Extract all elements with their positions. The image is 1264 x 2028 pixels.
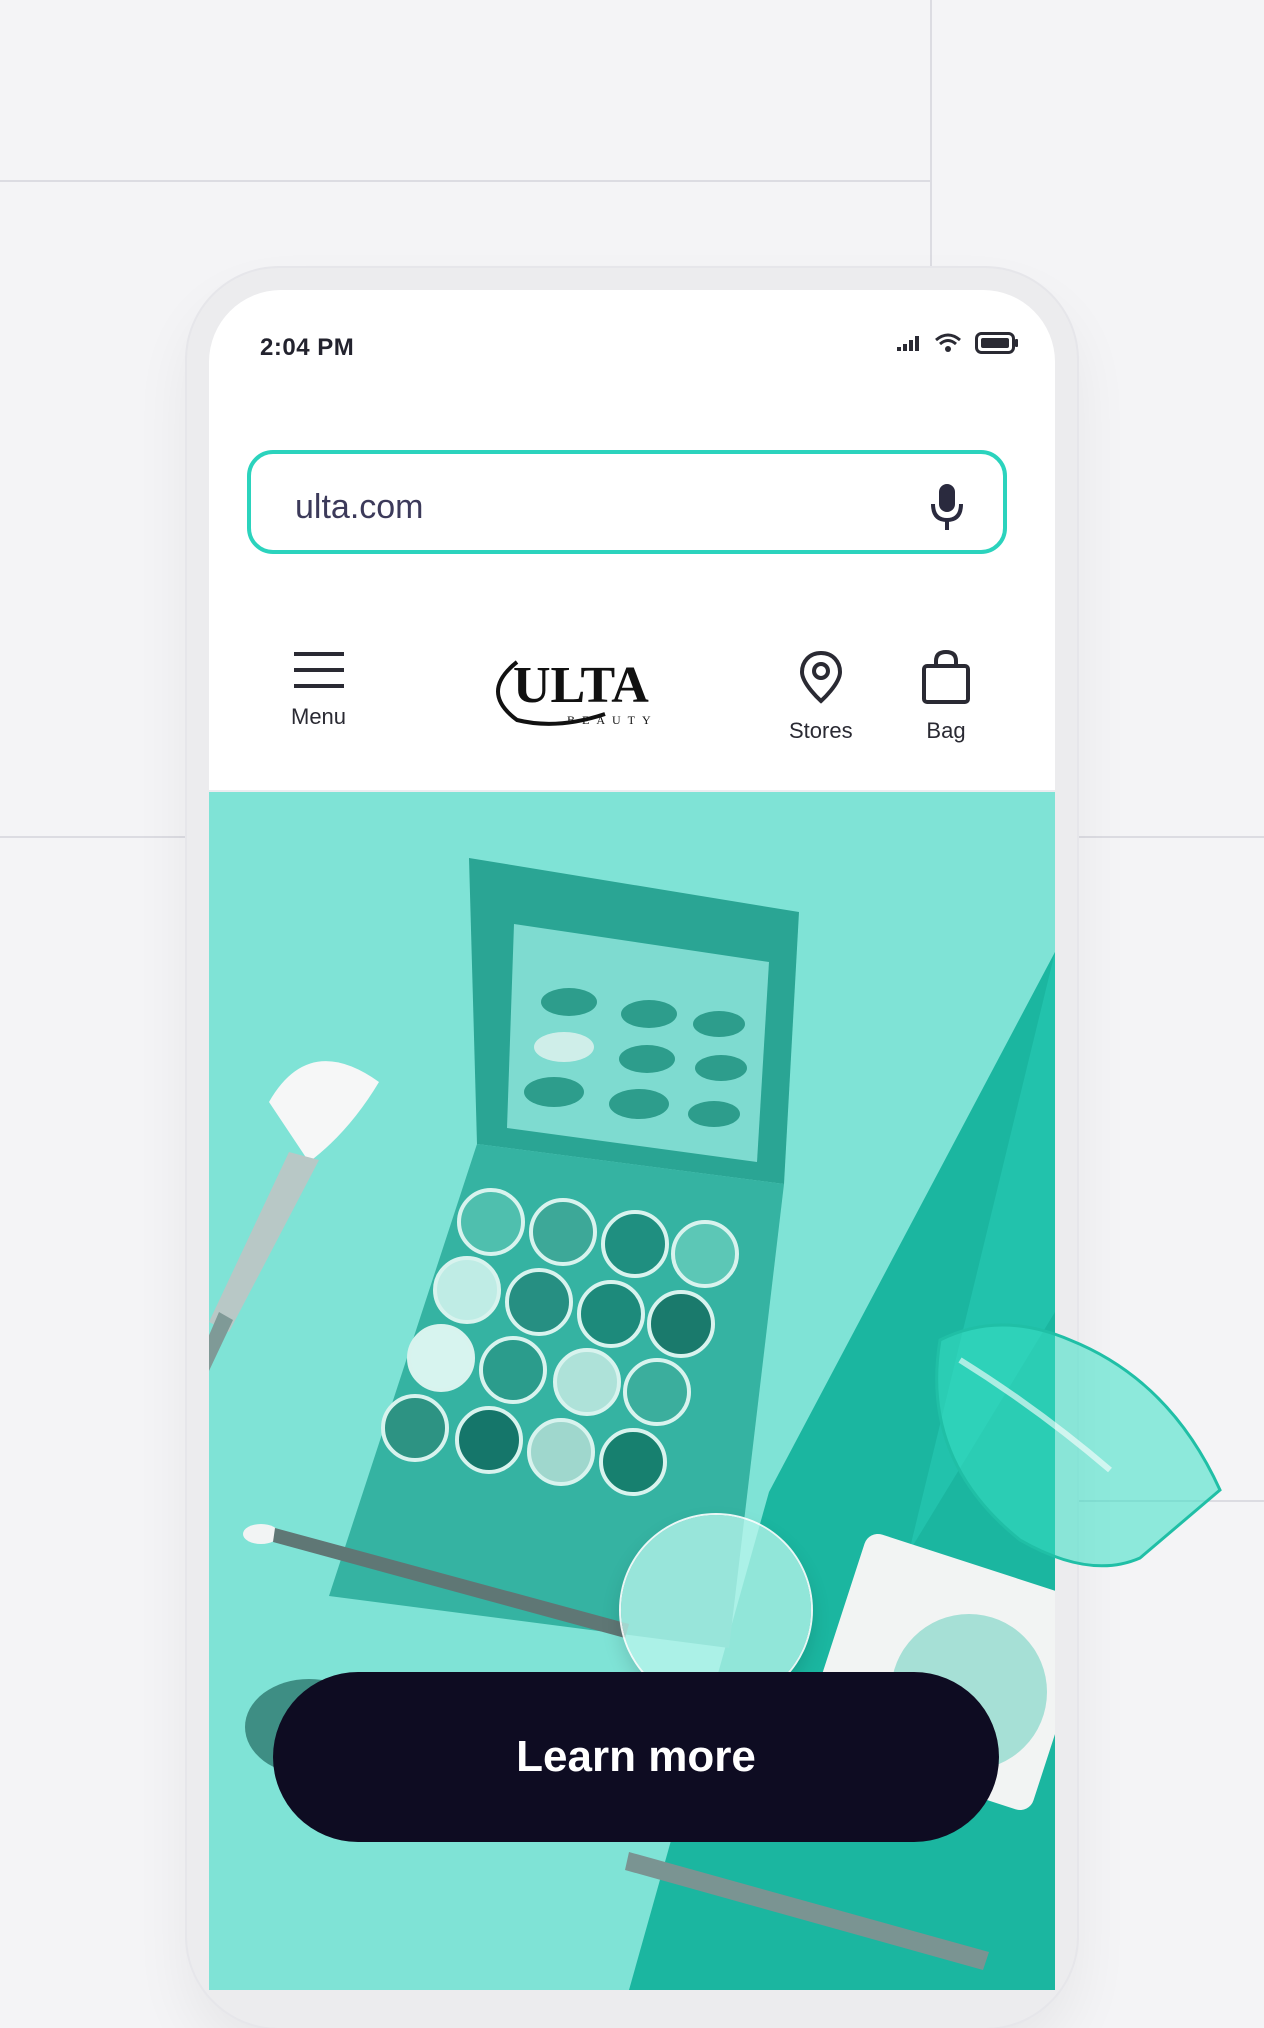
wifi-icon (935, 333, 961, 358)
microphone-icon[interactable] (929, 482, 965, 537)
background-divider (0, 836, 210, 838)
site-header: Menu ULTA BEAUTY Stores Bag (209, 610, 1055, 792)
fan-brush (209, 1061, 379, 1371)
status-bar: 2:04 PM (209, 290, 1055, 410)
glass-slice-decoration (935, 1323, 1222, 1568)
address-bar[interactable]: ulta.com (247, 450, 1007, 554)
background-divider (1078, 836, 1264, 838)
background-divider (930, 0, 932, 270)
menu-button[interactable]: Menu (291, 650, 346, 730)
hamburger-icon (293, 650, 344, 704)
stores-label: Stores (789, 718, 853, 743)
stores-button[interactable]: Stores (789, 650, 853, 744)
signal-icon (897, 335, 921, 356)
ulta-logo-mark: ULTA BEAUTY (496, 657, 658, 727)
bag-button[interactable]: Bag (921, 649, 971, 744)
logo-subtext: BEAUTY (567, 713, 658, 727)
status-time: 2:04 PM (260, 334, 355, 361)
background-divider (0, 180, 930, 182)
shopping-bag-icon (921, 649, 971, 718)
status-icons (897, 332, 1019, 359)
ulta-logo[interactable]: ULTA BEAUTY (487, 652, 679, 737)
battery-icon (975, 332, 1019, 359)
url-text: ulta.com (295, 488, 424, 526)
location-pin-icon (799, 650, 843, 718)
logo-text: ULTA (513, 657, 649, 714)
bag-label: Bag (926, 718, 966, 743)
menu-label: Menu (291, 704, 347, 729)
learn-more-button[interactable]: Learn more (273, 1672, 999, 1842)
